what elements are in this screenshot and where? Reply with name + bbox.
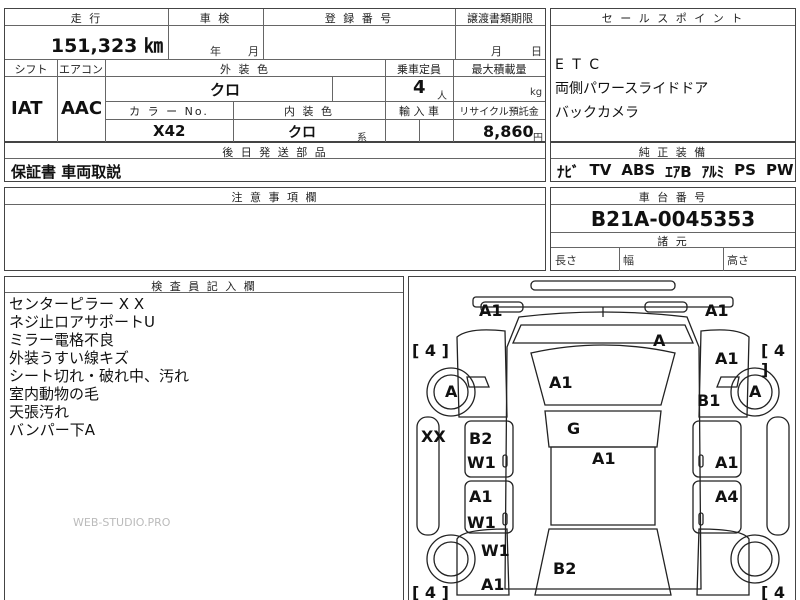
capacity-unit: 人 xyxy=(437,91,447,102)
color-no-label: カ ラ ー No. xyxy=(129,105,209,118)
car-outline-diagram xyxy=(416,280,790,596)
inspector-panel: 検 査 員 記 入 欄 センターピラー X X ネジ止ロアサポートU ミラー電格… xyxy=(4,276,404,600)
standard-equipment-label: 純 正 装 備 xyxy=(638,146,708,159)
inspector-note: センターピラー X X xyxy=(9,295,145,313)
mark-front-right: A1 xyxy=(705,301,729,320)
mark-left-rear-door-top: A1 xyxy=(469,487,493,506)
mark-left-front-door-top: B2 xyxy=(469,429,493,448)
car-diagram-panel: [ 4 ] [ 4 ] [ 4 ] [ 4 ] A1 A1 A A1 A A A… xyxy=(408,276,796,600)
equipment-pw: PW xyxy=(765,161,794,179)
dimension-width: 幅 xyxy=(623,254,634,267)
mileage-label: 走 行 xyxy=(70,12,103,25)
recycle-label: リサイクル預託金 xyxy=(459,107,539,118)
equipment-ps: PS xyxy=(734,161,756,179)
color-no-value: X42 xyxy=(153,122,186,140)
equipment-abs: ABS xyxy=(621,161,656,179)
sales-point-item: 両側パワースライドドア xyxy=(555,81,709,97)
dimension-height: 高さ xyxy=(727,254,749,267)
sales-point-label: セ ー ル ス ポ イ ン ト xyxy=(601,12,745,25)
chassis-label: 車 台 番 号 xyxy=(638,191,708,204)
sales-point-panel: セ ー ル ス ポ イ ン ト E T C 両側パワースライドドア バックカメラ xyxy=(550,8,796,142)
interior-color-value: クロ xyxy=(288,125,316,141)
inspection-year: 年 xyxy=(210,45,221,58)
mark-right-front-door: A1 xyxy=(715,453,739,472)
ac-label: エアコン xyxy=(59,63,103,76)
bracket-rear-left: [ 4 ] xyxy=(412,583,449,600)
inspector-note: ネジ止ロアサポートU xyxy=(9,313,155,331)
recycle-value: 8,860 xyxy=(483,122,534,141)
notice-label: 注 意 事 項 欄 xyxy=(231,191,319,204)
capacity-label: 乗車定員 xyxy=(397,63,441,76)
equipment-alloy: ｱﾙﾐ xyxy=(701,163,725,181)
exterior-color-value: クロ xyxy=(210,81,241,99)
interior-color-label: 内 装 色 xyxy=(284,105,334,118)
mark-right-mirror: B1 xyxy=(697,391,721,410)
inspector-note: 外装うすい線キズ xyxy=(9,349,130,367)
mark-hood: A1 xyxy=(549,373,573,392)
inspector-note: バンパー下A xyxy=(9,421,96,439)
chassis-number: B21A-0045353 xyxy=(590,207,756,231)
bracket-front-left: [ 4 ] xyxy=(412,341,449,360)
import-label: 輸 入 車 xyxy=(399,105,439,118)
mark-right-fender: A1 xyxy=(715,349,739,368)
mark-roof: G xyxy=(567,419,581,438)
max-load-unit: kg xyxy=(530,87,543,98)
bracket-rear-right: [ 4 ] xyxy=(761,583,786,600)
inspection-label: 車 検 xyxy=(199,12,232,25)
mark-left-front-wheel: A xyxy=(445,382,458,401)
standard-equipment-panel: 純 正 装 備 ﾅﾋﾞ TV ABS ｴｱB ｱﾙﾐ PS PW xyxy=(550,142,796,182)
dimensions-label: 諸 元 xyxy=(657,235,689,248)
transfer-deadline-label: 譲渡書類期限 xyxy=(467,12,533,25)
dimension-length: 長さ xyxy=(555,254,577,267)
exterior-color-label: 外 装 色 xyxy=(220,63,270,76)
sales-point-item: バックカメラ xyxy=(555,105,639,121)
shift-label: シフト xyxy=(14,63,48,76)
mark-rear-left: A1 xyxy=(481,575,505,594)
max-load-label: 最大積載量 xyxy=(471,63,527,76)
mark-left-rear-quarter: W1 xyxy=(481,541,510,560)
capacity-value: 4 xyxy=(413,77,426,98)
mark-right-rear-door: A4 xyxy=(715,487,739,506)
later-shipment-label: 後 日 発 送 部 品 xyxy=(222,146,328,159)
equipment-navi: ﾅﾋﾞ xyxy=(557,163,580,181)
sales-point-item: E T C xyxy=(555,57,602,73)
transfer-day: 日 xyxy=(531,45,542,58)
mark-windshield: A xyxy=(653,331,666,350)
inspector-label: 検 査 員 記 入 欄 xyxy=(151,280,257,293)
mark-front-left: A1 xyxy=(479,301,503,320)
shift-value: IAT xyxy=(11,98,43,119)
equipment-airbag: ｴｱB xyxy=(665,163,692,181)
mark-roof-center: A1 xyxy=(592,449,616,468)
notice-panel: 注 意 事 項 欄 xyxy=(4,187,546,271)
mark-trunk: B2 xyxy=(553,559,577,578)
mark-left-front-door-bottom: W1 xyxy=(467,453,496,472)
later-shipment-row: 後 日 発 送 部 品 保証書 車両取説 xyxy=(4,142,546,182)
inspector-note: ミラー電格不良 xyxy=(9,331,115,349)
inspector-note: 室内動物の毛 xyxy=(9,385,100,403)
ac-value: AAC xyxy=(61,98,103,119)
equipment-tv: TV xyxy=(589,161,612,179)
watermark: WEB-STUDIO.PRO xyxy=(73,516,171,529)
chassis-panel: 車 台 番 号 B21A-0045353 諸 元 長さ 幅 高さ xyxy=(550,187,796,271)
mark-right-front-wheel: A xyxy=(749,382,762,401)
later-shipment-value: 保証書 車両取説 xyxy=(11,163,122,181)
transfer-month: 月 xyxy=(491,45,502,58)
mark-left-rear-door-bottom: W1 xyxy=(467,513,496,532)
registration-label: 登 録 番 号 xyxy=(324,12,394,25)
vehicle-info-grid: 走 行 151,323 ㎞ 車 検 年 月 登 録 番 号 譲渡書類期限 月 日… xyxy=(4,8,546,144)
inspector-note: 天張汚れ xyxy=(9,403,70,421)
inspection-month: 月 xyxy=(248,45,259,58)
mileage-value: 151,323 ㎞ xyxy=(50,35,163,57)
mark-left-pillar: XX xyxy=(421,427,446,446)
bracket-front-right: [ 4 ] xyxy=(761,341,786,379)
inspector-note: シート切れ・破れ中、汚れ xyxy=(9,367,190,385)
